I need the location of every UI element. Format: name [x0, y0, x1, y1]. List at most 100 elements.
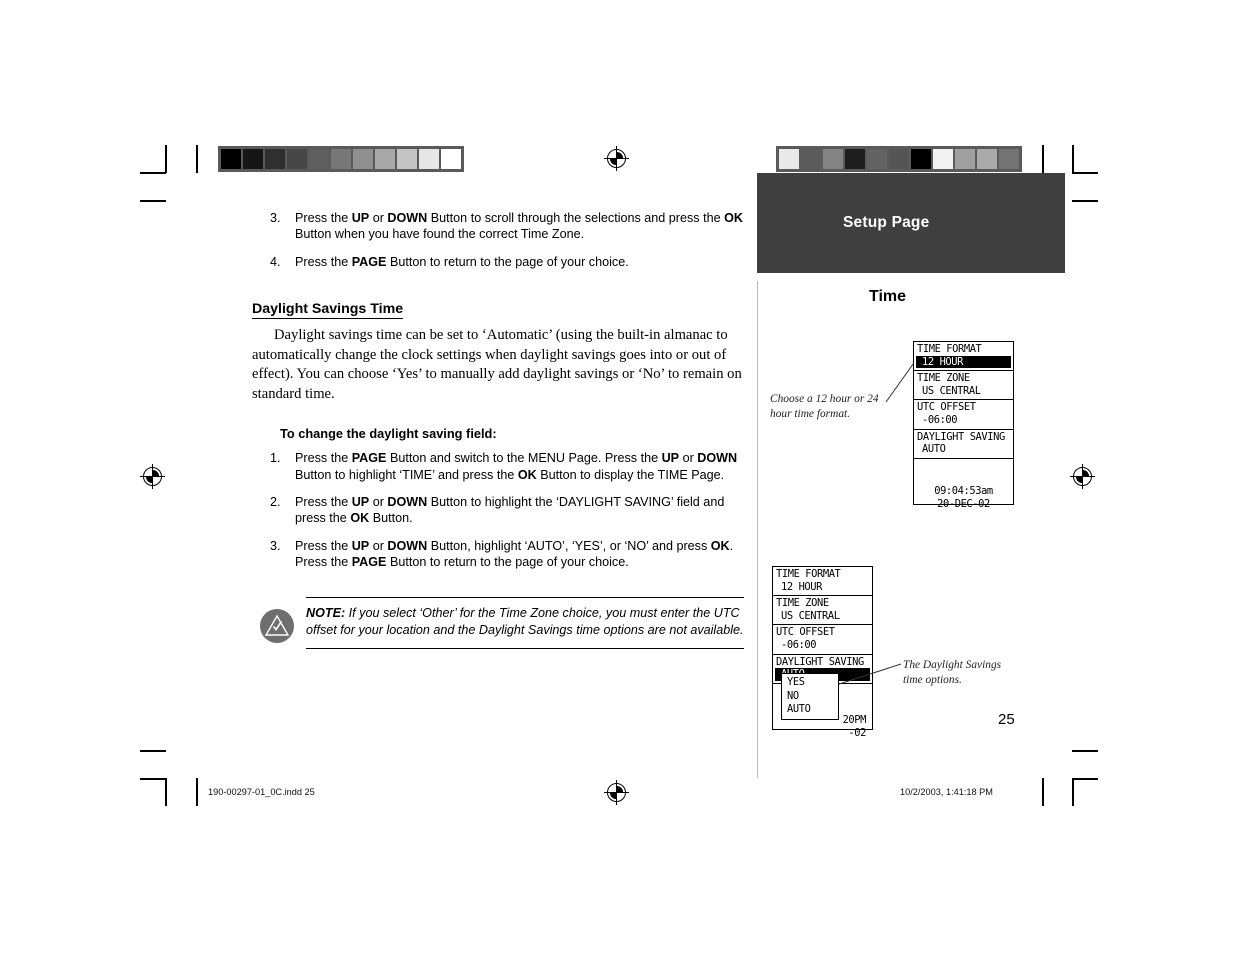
registration-mark-inner [1076, 470, 1089, 483]
gps-field-row[interactable]: UTC OFFSET -06:00 [773, 625, 872, 655]
color-swatch [243, 149, 263, 169]
gps-field-label: TIME ZONE [776, 597, 829, 610]
emphasis-text: DOWN [387, 495, 428, 510]
color-swatch [375, 149, 395, 169]
crop-mark-left-tick [140, 200, 166, 202]
gps-clock-time: 09:04:53am [934, 484, 993, 497]
dropdown-option-selected[interactable]: AUTO [787, 703, 811, 715]
emphasis-text: DOWN [387, 538, 428, 553]
color-swatch [779, 149, 799, 169]
color-swatch [309, 149, 329, 169]
registration-mark-bottom-center [604, 780, 629, 805]
gps-field-row[interactable]: TIME ZONE US CENTRAL [914, 371, 1013, 401]
color-swatch [933, 149, 953, 169]
dropdown-option[interactable]: NO [784, 690, 836, 704]
gps-field-row[interactable]: TIME FORMAT 12 HOUR [773, 567, 872, 597]
gps-field-label: TIME FORMAT [776, 568, 841, 580]
note-text: NOTE: If you select ‘Other’ for the Time… [306, 596, 744, 649]
body-column: 3. Press the UP or DOWN Button to scroll … [252, 210, 744, 649]
step-text: or [369, 495, 388, 510]
step-text: Button to return to the page of your cho… [386, 555, 629, 570]
step-text: Button to highlight ‘TIME’ and press the [295, 467, 518, 482]
caption-screen-one: Choose a 12 hour or 24 hour time format. [770, 393, 879, 420]
list-item: 3. Press the UP or DOWN Button to scroll … [252, 210, 744, 243]
gps-field-row[interactable]: DAYLIGHT SAVINGAUTO [914, 430, 1013, 459]
crop-mark-bottom-right-h [1072, 750, 1098, 752]
list-item-number: 2. [270, 495, 281, 510]
emphasis-text: UP [351, 211, 370, 225]
gps-field-value[interactable]: US CENTRAL [773, 610, 872, 623]
note-block: NOTE: If you select ‘Other’ for the Time… [252, 596, 744, 649]
emphasis-text: OK [724, 211, 743, 225]
registration-mark-inner [610, 152, 623, 165]
step-text: Button, highlight ‘AUTO’, ‘YES’, or ‘NO’… [427, 538, 711, 553]
dropdown-option[interactable]: AUTO [784, 703, 836, 717]
crop-mark-top-right-v [1072, 145, 1074, 173]
emphasis-text: OK [517, 467, 537, 482]
color-swatch [955, 149, 975, 169]
color-swatch [265, 149, 285, 169]
emphasis-text: PAGE [351, 451, 387, 466]
gps-field-value[interactable]: 12 HOUR [773, 581, 872, 594]
list-item-number: 4. [270, 254, 281, 269]
note-body-text: If you select ‘Other’ for the Time Zone … [306, 605, 744, 638]
gps-field-value[interactable]: -06:00 [914, 414, 1013, 427]
emphasis-text: DOWN [387, 211, 428, 225]
crop-mark-bottom-left-v [165, 778, 167, 806]
emphasis-text: PAGE [351, 254, 387, 269]
gps-field-label: UTC OFFSET [917, 401, 976, 414]
color-swatch [911, 149, 931, 169]
color-swatch [441, 149, 461, 169]
emphasis-text: PAGE [351, 555, 387, 570]
gps-field-value[interactable]: US CENTRAL [914, 385, 1013, 398]
crop-mark-top-left-v [165, 145, 167, 173]
dropdown-option[interactable]: YES [784, 676, 836, 690]
daylight-saving-dropdown-popup[interactable]: YES NO AUTO [781, 673, 839, 720]
list-item: 2. Press the UP or DOWN Button to highlig… [252, 494, 744, 527]
list-item-number: 3. [270, 211, 281, 225]
gps-field-value[interactable]: -06:00 [773, 639, 872, 652]
gps-field-label: TIME ZONE [917, 372, 970, 385]
gps-field-value[interactable]: 12 HOUR [916, 355, 1011, 369]
gps-clock-date: -02 [848, 726, 866, 739]
caption-screen-two: The Daylight Savings time options. [903, 659, 1002, 686]
gps-field-value[interactable]: AUTO [914, 443, 1013, 456]
step-text: Button when you have found the correct T… [295, 227, 585, 242]
step-text: Press the [295, 495, 352, 510]
emphasis-text: DOWN [697, 451, 738, 466]
gps-field-row[interactable]: UTC OFFSET -06:00 [914, 400, 1013, 430]
color-calibration-bar-left [218, 146, 464, 172]
step-text: Press the [295, 211, 352, 225]
step-text: Button to return to the page of your cho… [386, 254, 629, 269]
registration-mark-inner [146, 470, 159, 483]
list-item-number: 1. [270, 451, 281, 466]
setup-page-banner: Setup Page [757, 173, 1065, 273]
step-text: or [369, 211, 388, 225]
procedure-subheading: To change the daylight saving field: [280, 426, 497, 442]
list-item: 4. Press the PAGE Button to return to the… [252, 254, 744, 270]
color-swatch [823, 149, 843, 169]
crop-mark-top-right-h [1072, 172, 1098, 174]
step-text: or [369, 538, 388, 553]
step-text: Press the [295, 254, 352, 269]
color-swatch [867, 149, 887, 169]
color-swatch [889, 149, 909, 169]
footer-timestamp: 10/2/2003, 1:41:18 PM [900, 787, 993, 797]
emphasis-text: UP [351, 538, 370, 553]
crop-mark-bottom-left-h2 [140, 778, 166, 780]
crop-mark-top-left-bar [196, 145, 198, 173]
color-swatch [999, 149, 1019, 169]
gps-field-row[interactable]: TIME ZONE US CENTRAL [773, 596, 872, 626]
crop-mark-top-left-h [140, 172, 166, 174]
color-swatch [845, 149, 865, 169]
step-text: Button to display the TIME Page. [536, 467, 725, 482]
sidebar-section-title: Time [869, 288, 907, 305]
gps-field-row[interactable]: TIME FORMAT 12 HOUR [914, 342, 1013, 372]
emphasis-text: OK [710, 538, 730, 553]
emphasis-text: UP [661, 451, 680, 466]
gps-field-label: TIME FORMAT [917, 343, 982, 355]
emphasis-text: OK [350, 511, 370, 526]
gps-screen-time-page: TIME FORMAT 12 HOUR TIME ZONE US CENTRAL UTC… [913, 341, 1014, 510]
color-swatch [287, 149, 307, 169]
crop-mark-bottom-right-h2 [1072, 778, 1098, 780]
